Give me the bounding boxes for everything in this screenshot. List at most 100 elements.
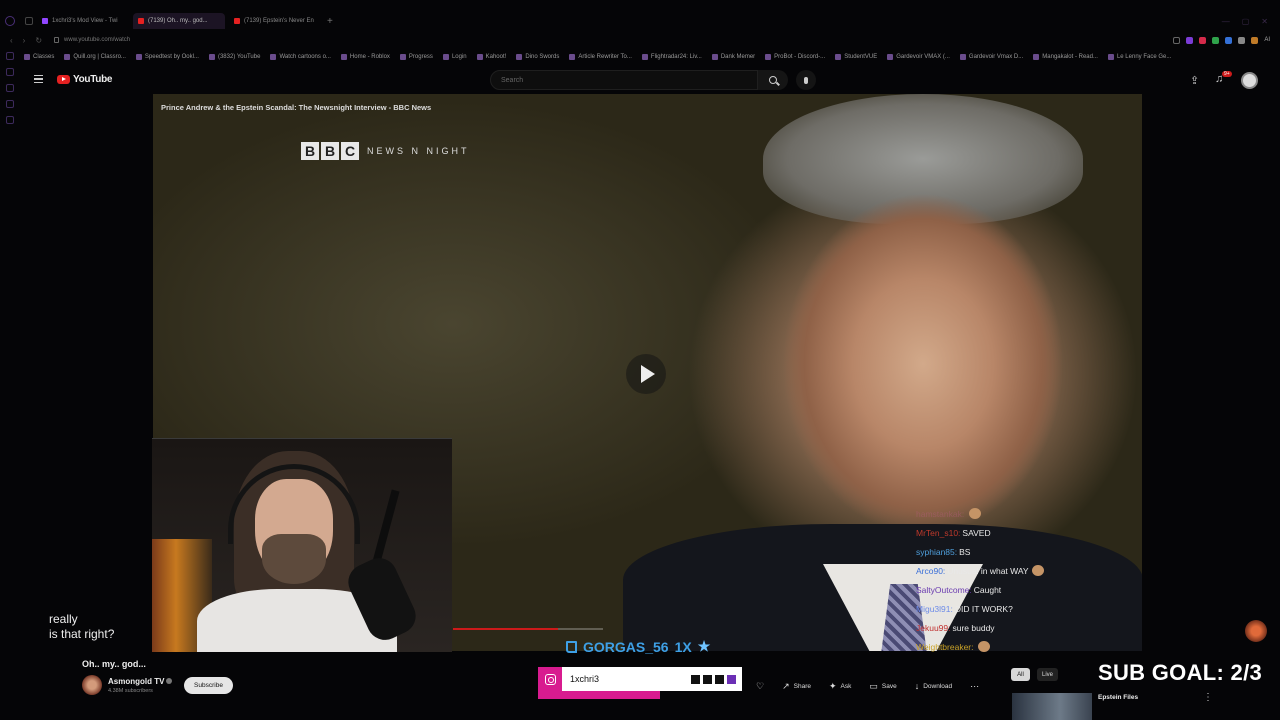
bookmark-item[interactable]: Mangakalot - Read... xyxy=(1033,54,1098,60)
chat-overlay: hamstankak: MrTen_s10: SAVED syphian85: BS Ar… xyxy=(916,504,1156,656)
overlay-avatar xyxy=(1245,620,1267,642)
recommendation-thumbnail[interactable] xyxy=(1012,693,1092,720)
extension-icon[interactable] xyxy=(1212,36,1220,44)
close-icon[interactable]: ✕ xyxy=(1261,17,1268,26)
star-icon: ★ xyxy=(697,638,711,654)
browser-tab[interactable]: 1xchri3's Mod View - Twi xyxy=(37,13,129,29)
url-field[interactable]: www.youtube.com/watch xyxy=(54,37,130,43)
bbc-letter: B xyxy=(301,142,319,160)
browser-logo-icon[interactable] xyxy=(5,16,15,26)
extension-icon[interactable] xyxy=(1238,36,1246,44)
bookmark-label: Classes xyxy=(33,54,55,60)
account-avatar[interactable] xyxy=(1241,72,1258,89)
bookmark-item[interactable]: (3832) YouTube xyxy=(208,54,260,60)
url-text: www.youtube.com/watch xyxy=(64,37,131,43)
extensions-row: AI xyxy=(1173,36,1270,44)
bookmark-item[interactable]: Article Rewriter To... xyxy=(569,54,632,60)
bookmark-label: Flightradar24: Liv... xyxy=(650,54,702,60)
extension-icon[interactable] xyxy=(1251,36,1259,44)
sidebar-app-icon[interactable] xyxy=(6,100,14,108)
video-overlay-title[interactable]: Prince Andrew & the Epstein Scandal: The… xyxy=(161,103,431,112)
upload-icon[interactable]: ⇪ xyxy=(1190,74,1199,87)
browser-tab[interactable]: (7139) Oh.. my.. god... xyxy=(133,13,225,29)
bookmark-favicon-icon xyxy=(399,54,406,60)
bookmark-label: Quill.org | Classro... xyxy=(73,54,126,60)
chat-username[interactable]: Migu3l91: xyxy=(916,604,953,614)
reload-icon[interactable]: ↻ xyxy=(35,36,42,45)
maximize-icon[interactable]: ▢ xyxy=(1242,17,1250,26)
sidebar-app-icon[interactable] xyxy=(6,116,14,124)
bookmark-item[interactable]: Le Lenny Face Ge... xyxy=(1107,54,1171,60)
bookmark-item[interactable]: Login xyxy=(442,54,467,60)
search-button[interactable] xyxy=(758,70,788,90)
search-input[interactable]: Search xyxy=(490,70,758,90)
recommendation-title[interactable]: Epstein Files xyxy=(1098,694,1138,701)
bookmark-item[interactable]: StudentVUE xyxy=(835,54,877,60)
ask-button[interactable]: ✦ Ask xyxy=(825,678,855,694)
overlay-block xyxy=(715,674,724,684)
voice-search-button[interactable] xyxy=(796,70,816,90)
chat-username[interactable]: MrTen_s10: xyxy=(916,528,960,538)
bookmark-item[interactable]: Quill.org | Classro... xyxy=(64,54,126,60)
sidebar-app-icon[interactable] xyxy=(6,68,14,76)
thumbs-down-button[interactable]: ♡ xyxy=(752,678,768,694)
more-button[interactable]: ⋯ xyxy=(966,678,983,694)
instagram-icon-box xyxy=(538,667,562,691)
sidebar-app-icon[interactable] xyxy=(6,84,14,92)
bookmark-item[interactable]: Home - Roblox xyxy=(340,54,390,60)
tab-overview-icon[interactable] xyxy=(25,17,33,25)
share-button[interactable]: ↗ Share xyxy=(778,678,815,694)
chat-username[interactable]: syphian85: xyxy=(916,547,957,557)
subscribe-button[interactable]: Subscribe xyxy=(184,677,233,694)
bookmark-item[interactable]: Flightradar24: Liv... xyxy=(641,54,702,60)
bbc-letter: C xyxy=(341,142,359,160)
menu-icon[interactable] xyxy=(34,75,43,83)
extension-icon[interactable] xyxy=(1186,36,1194,44)
sidebar-app-icon[interactable] xyxy=(6,52,14,60)
bookmark-item[interactable]: Kahoot! xyxy=(476,54,506,60)
instagram-overlay: 1xchri3 xyxy=(538,667,742,691)
chat-username[interactable]: Arco90: xyxy=(916,566,945,576)
video-progress-bar[interactable] xyxy=(453,628,603,630)
bookmark-item[interactable]: Classes xyxy=(24,54,54,60)
filter-chip-all[interactable]: All xyxy=(1011,668,1030,681)
channel-name[interactable]: Asmongold TV xyxy=(108,677,164,686)
download-button[interactable]: ↓ Download xyxy=(911,678,956,694)
forward-icon[interactable]: › xyxy=(23,36,26,45)
bookmark-item[interactable]: Gardevoir Vmax D... xyxy=(959,54,1023,60)
bookmark-item[interactable]: Dino Swords xyxy=(516,54,559,60)
address-bar: ‹ › ↻ www.youtube.com/watch AI xyxy=(0,33,1280,47)
save-button[interactable]: ▭ Save xyxy=(865,678,900,694)
filter-chip-live[interactable]: Live xyxy=(1037,668,1058,681)
bookmark-item[interactable]: Speedtest by Ookl... xyxy=(135,54,199,60)
chat-username[interactable]: hamstankak: xyxy=(916,509,964,519)
bookmark-label: Gardevoir VMAX (... xyxy=(896,54,950,60)
tab-label: 1xchri3's Mod View - Twi xyxy=(52,18,118,24)
bookmark-item[interactable]: Gardevoir VMAX (... xyxy=(887,54,950,60)
bookmark-item[interactable]: Progress xyxy=(399,54,433,60)
bookmark-label: Home - Roblox xyxy=(349,54,390,60)
overlay-block xyxy=(727,674,736,684)
bookmark-item[interactable]: ProBot - Discord-... xyxy=(765,54,825,60)
new-tab-button[interactable]: + xyxy=(327,16,333,27)
more-options-icon[interactable]: ⋮ xyxy=(1203,692,1213,703)
chat-emote-icon xyxy=(978,641,991,652)
bookmark-item[interactable]: Dank Memer xyxy=(711,54,755,60)
extension-icon[interactable] xyxy=(1199,36,1207,44)
sub-alert: GORGAS_56 1X ★ xyxy=(566,638,710,655)
channel-avatar[interactable] xyxy=(82,675,102,695)
bookmark-item[interactable]: Watch cartoons o... xyxy=(270,54,331,60)
chat-username[interactable]: Jekuu99: xyxy=(916,623,951,633)
chat-text: BS xyxy=(959,546,971,557)
browser-tab[interactable]: (7139) Epstein's Never En xyxy=(229,13,321,29)
streamer-webcam xyxy=(152,438,452,652)
chat-username[interactable]: Weightbreaker: xyxy=(916,642,973,652)
bookmark-star-icon[interactable] xyxy=(1173,36,1181,44)
extension-icon[interactable] xyxy=(1225,36,1233,44)
chat-emote-icon xyxy=(1031,565,1044,576)
youtube-logo[interactable]: YouTube xyxy=(57,74,113,85)
minimize-icon[interactable]: — xyxy=(1222,17,1230,26)
chat-username[interactable]: SaltyOutcome: xyxy=(916,585,972,595)
ai-button[interactable]: AI xyxy=(1264,37,1270,43)
play-button[interactable] xyxy=(626,354,666,394)
